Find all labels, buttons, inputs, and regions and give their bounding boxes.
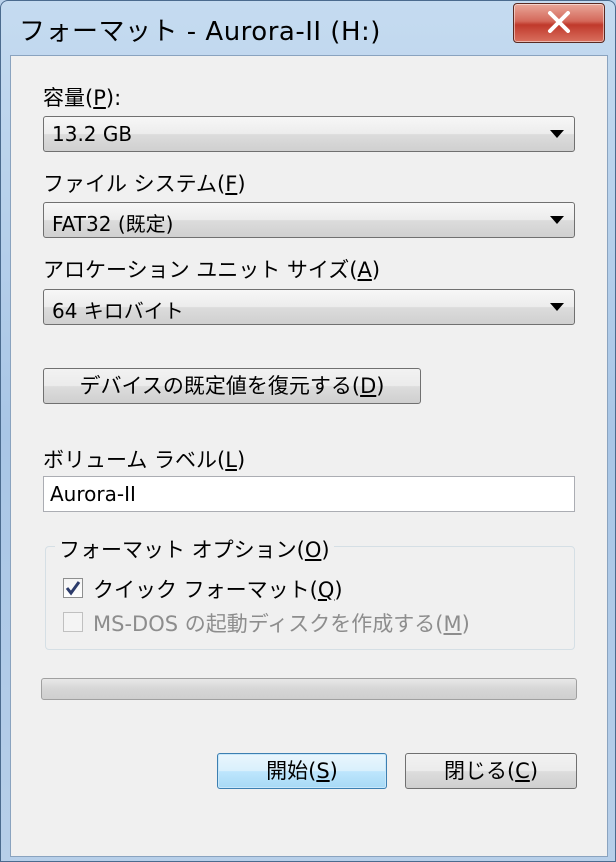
dialog-body: 容量(P): 13.2 GB ファイル システム(F) FAT32 (既定) ア…	[10, 55, 608, 857]
filesystem-label: ファイル システム(F)	[43, 168, 246, 198]
allocation-select[interactable]: 64 キロバイト	[43, 289, 575, 325]
msdos-startup-accesskey: M	[443, 612, 462, 636]
title-bar[interactable]: フォーマット - Aurora-II (H:)	[1, 1, 615, 55]
filesystem-select[interactable]: FAT32 (既定)	[43, 202, 575, 238]
format-options-accesskey: O	[304, 538, 322, 562]
allocation-accesskey: A	[357, 258, 372, 282]
restore-defaults-accesskey: D	[360, 374, 377, 398]
close-label-suffix: )	[529, 759, 539, 783]
volume-label-accesskey: L	[225, 448, 237, 472]
allocation-value: 64 キロバイト	[52, 299, 184, 323]
start-label-suffix: )	[329, 759, 338, 783]
close-accesskey: C	[515, 759, 530, 783]
quick-format-accesskey: Q	[317, 578, 335, 602]
restore-defaults-label: デバイスの既定値を復元する(	[79, 374, 361, 398]
restore-defaults-label-suffix: )	[376, 374, 385, 398]
window-title: フォーマット - Aurora-II (H:)	[19, 17, 381, 47]
filesystem-label-text: ファイル システム(	[43, 172, 226, 196]
filesystem-value: FAT32 (既定)	[52, 212, 174, 236]
msdos-startup-label: MS-DOS の起動ディスクを作成する(M)	[93, 608, 470, 638]
quick-format-suffix: )	[334, 578, 343, 602]
close-window-button[interactable]	[513, 3, 605, 43]
start-button[interactable]: 開始(S)	[217, 753, 387, 789]
filesystem-label-suffix: )	[237, 172, 246, 196]
chevron-down-icon	[550, 130, 564, 138]
capacity-value: 13.2 GB	[52, 122, 133, 146]
allocation-label: アロケーション ユニット サイズ(A)	[43, 254, 380, 284]
close-icon	[548, 11, 570, 33]
volume-label-value: Aurora-II	[50, 482, 136, 506]
msdos-startup-suffix: )	[461, 612, 470, 636]
msdos-startup-checkbox	[63, 612, 83, 632]
allocation-label-text: アロケーション ユニット サイズ(	[43, 258, 358, 282]
format-options-title-text: フォーマット オプション(	[59, 538, 305, 562]
allocation-label-suffix: )	[371, 258, 381, 282]
volume-label-label: ボリューム ラベル(L)	[43, 444, 245, 474]
close-button[interactable]: 閉じる(C)	[405, 753, 577, 789]
volume-label-suffix: )	[236, 448, 246, 472]
quick-format-label[interactable]: クイック フォーマット(Q)	[93, 574, 343, 604]
format-progress-bar	[41, 678, 577, 700]
capacity-label-text: 容量(	[43, 86, 94, 110]
format-options-title-suffix: )	[321, 538, 330, 562]
format-dialog: フォーマット - Aurora-II (H:) 容量(P): 13.2 GB フ…	[0, 0, 616, 862]
volume-label-text: ボリューム ラベル(	[43, 448, 226, 472]
chevron-down-icon	[550, 216, 564, 224]
capacity-label: 容量(P):	[43, 82, 121, 112]
checkmark-icon	[65, 581, 81, 596]
volume-label-input[interactable]: Aurora-II	[43, 476, 575, 512]
capacity-select[interactable]: 13.2 GB	[43, 116, 575, 152]
capacity-label-suffix: ):	[105, 86, 122, 110]
filesystem-accesskey: F	[225, 172, 238, 196]
format-options-title: フォーマット オプション(O)	[55, 534, 334, 564]
start-label: 開始(	[266, 759, 317, 783]
close-label: 閉じる(	[443, 759, 516, 783]
capacity-accesskey: P	[93, 86, 106, 110]
restore-defaults-button[interactable]: デバイスの既定値を復元する(D)	[43, 368, 421, 404]
start-accesskey: S	[316, 759, 330, 783]
chevron-down-icon	[550, 303, 564, 311]
quick-format-text: クイック フォーマット(	[93, 578, 318, 602]
msdos-startup-text: MS-DOS の起動ディスクを作成する(	[93, 612, 444, 636]
quick-format-checkbox[interactable]	[63, 578, 83, 598]
